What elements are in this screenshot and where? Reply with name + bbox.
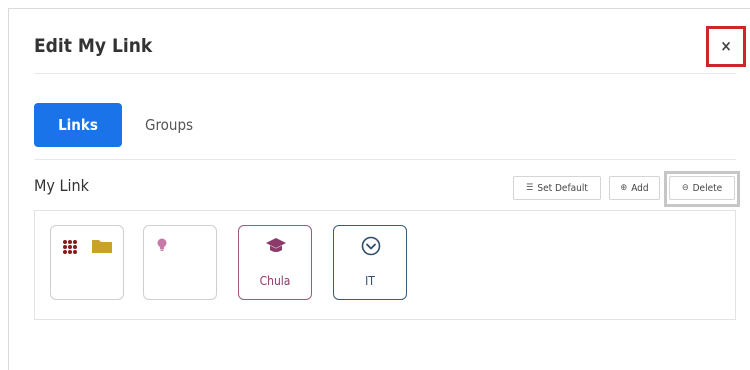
list-icon: ☰ [526,183,534,193]
set-default-label: Set Default [537,182,588,194]
delete-label: Delete [692,182,723,194]
link-tile[interactable] [143,225,217,300]
close-button[interactable]: × [706,26,746,67]
chevron-circle-icon [361,236,381,256]
folder-icon [92,240,112,253]
set-default-button[interactable]: ☰ Set Default [513,176,601,200]
tab-links[interactable]: Links [34,103,122,147]
minus-circle-icon: ⊖ [681,183,689,193]
graduation-cap-icon [266,238,286,252]
apps-grid-icon [63,240,77,254]
lightbulb-icon [157,238,167,251]
link-tile-chula[interactable]: Chula [238,225,312,300]
link-tile[interactable] [50,225,124,300]
tab-groups[interactable]: Groups [145,116,193,134]
tile-label: Chula [259,274,291,288]
add-button[interactable]: ⊕ Add [609,176,660,200]
link-tile-it[interactable]: IT [333,225,407,300]
plus-circle-icon: ⊕ [620,183,628,193]
tile-label: IT [365,274,375,288]
header-divider [34,73,736,74]
dialog-title: Edit My Link [34,35,153,57]
section-title: My Link [34,176,89,195]
close-icon[interactable]: × [720,39,731,54]
delete-button[interactable]: ⊖ Delete [669,176,735,200]
add-label: Add [631,182,649,194]
tabs-divider [34,159,736,160]
